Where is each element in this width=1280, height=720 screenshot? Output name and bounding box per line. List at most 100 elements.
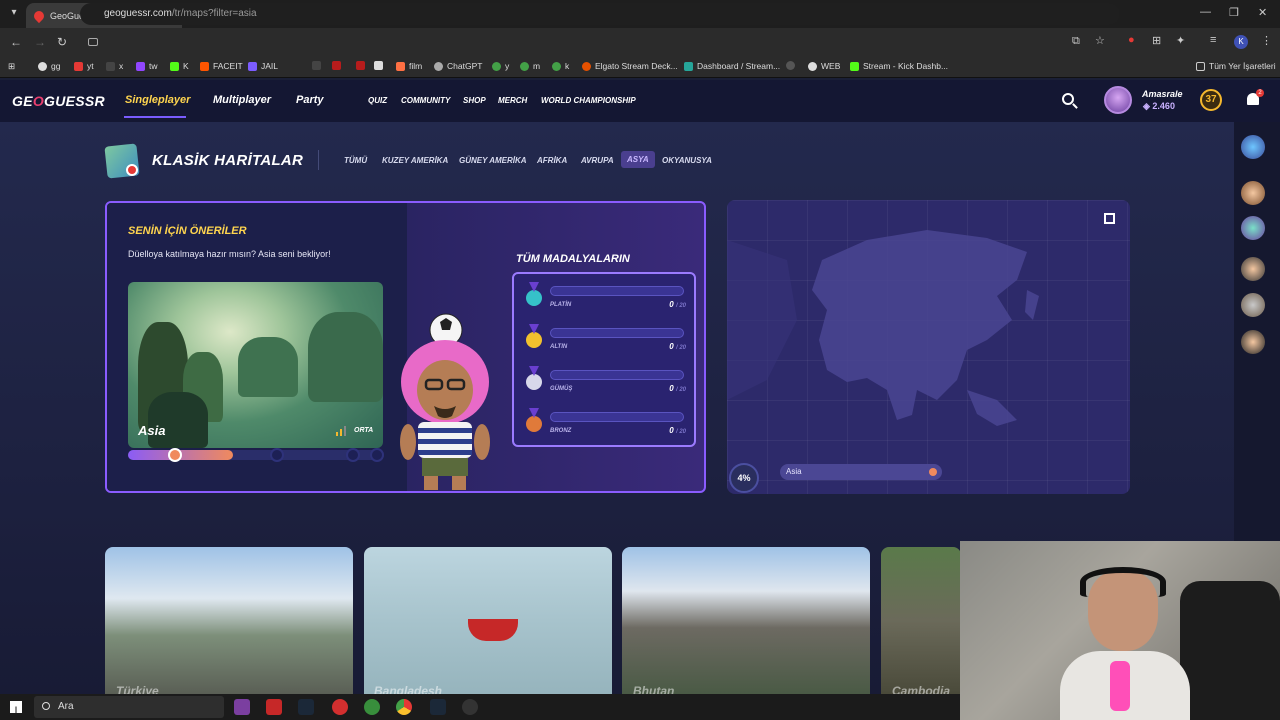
headset-shape (1080, 567, 1166, 597)
friend-avatar-3[interactable] (1241, 216, 1265, 240)
all-bookmarks[interactable]: Tüm Yer İşaretleri (1196, 61, 1276, 71)
back-icon[interactable]: ← (10, 35, 22, 49)
bookmark-gg[interactable]: gg (38, 61, 60, 71)
map-card-turkiye[interactable] (105, 547, 353, 694)
profile-avatar[interactable]: K (1234, 35, 1248, 49)
bookmark-k[interactable]: K (170, 61, 189, 71)
nav-party[interactable]: Party (296, 94, 324, 106)
nav-merch[interactable]: MERCH (498, 96, 527, 105)
nav-multiplayer[interactable]: Multiplayer (213, 94, 271, 106)
friend-avatar-2[interactable] (1241, 181, 1265, 205)
bookmark-y[interactable]: y (492, 61, 509, 71)
filter-south-america[interactable]: GÜNEY AMERİKA (459, 156, 527, 165)
recommendation-title: SENİN İÇİN ÖNERİLER (128, 225, 247, 237)
search-icon (42, 702, 50, 710)
medal-name: PLATİN (550, 302, 572, 308)
bookmark-extra-1[interactable] (312, 61, 325, 70)
bookmark-x[interactable]: x (106, 61, 123, 71)
bookmark-kick-dashboard[interactable]: Stream - Kick Dashb... (850, 61, 948, 71)
bookmark-extra-5[interactable] (786, 61, 799, 70)
cast-icon[interactable]: ⧉ (1072, 35, 1080, 48)
search-icon[interactable] (1062, 93, 1074, 105)
bookmark-extra-4[interactable] (374, 61, 387, 70)
fullscreen-expand-icon[interactable] (1104, 213, 1115, 224)
friend-avatar-1[interactable] (1241, 135, 1265, 159)
steam-icon[interactable] (298, 699, 314, 715)
map-card-cambodia[interactable] (881, 547, 961, 694)
bookmark-chatgpt[interactable]: ChatGPT (434, 61, 482, 71)
nav-world-championship[interactable]: WORLD CHAMPIONSHIP (541, 96, 636, 105)
url-field[interactable]: geoguessr.com/tr/maps?filter=asia (80, 3, 1120, 25)
difficulty-bars-icon (336, 426, 350, 436)
nav-singleplayer[interactable]: Singleplayer (125, 94, 190, 106)
bookmark-film[interactable]: film (396, 61, 422, 71)
bronze-medal-icon (526, 416, 542, 432)
steam-icon[interactable] (430, 699, 446, 715)
restore-icon[interactable]: ❐ (1229, 6, 1239, 19)
filter-north-america[interactable]: KUZEY AMERİKA (382, 156, 448, 165)
tab-search-button[interactable]: ▾ (6, 5, 22, 21)
bookmark-tw[interactable]: tw (136, 61, 158, 71)
folder-icon (1196, 61, 1205, 71)
bookmark-web[interactable]: WEB (808, 61, 840, 71)
bookmark-dashboard[interactable]: Dashboard / Stream... (684, 61, 780, 71)
map-card-bangladesh[interactable] (364, 547, 612, 694)
asia-map-panel[interactable] (727, 200, 1130, 494)
level-badge[interactable]: 37 (1200, 89, 1222, 111)
bookmark-jail[interactable]: JAIL (248, 61, 278, 71)
youtube-icon (74, 61, 83, 71)
selected-map-pill[interactable]: Asia (780, 464, 942, 480)
filter-all[interactable]: TÜMÜ (344, 156, 367, 165)
bookmark-elgato[interactable]: Elgato Stream Deck... (582, 61, 678, 71)
taskbar-app-icon[interactable] (266, 699, 282, 715)
bookmark-k2[interactable]: k (552, 61, 569, 71)
film-icon (396, 61, 405, 71)
bookmark-faceit[interactable]: FACEIT (200, 61, 243, 71)
reload-icon[interactable]: ↻ (57, 35, 67, 49)
taskbar-app-icon[interactable] (462, 699, 478, 715)
friend-avatar-4[interactable] (1241, 257, 1265, 281)
filter-asia[interactable]: ASYA (621, 151, 655, 168)
user-avatar[interactable] (1104, 86, 1132, 114)
friend-avatar-6[interactable] (1241, 330, 1265, 354)
progress-medal-platinum (370, 448, 384, 462)
map-card-bhutan[interactable] (622, 547, 870, 694)
minimize-icon[interactable]: — (1200, 6, 1211, 18)
bookmark-m[interactable]: m (520, 61, 540, 71)
browser-menu-icon[interactable]: ⋮ (1261, 34, 1272, 47)
media-control-icon[interactable]: ≡ (1210, 34, 1216, 46)
extensions-puzzle-icon[interactable]: ✦ (1176, 34, 1185, 47)
friend-avatar-5[interactable] (1241, 293, 1265, 317)
forward-icon[interactable]: → (34, 35, 46, 49)
user-name[interactable]: Amasrale (1142, 89, 1183, 99)
chrome-icon[interactable] (396, 699, 412, 715)
bookmark-icon (374, 61, 383, 70)
bookmark-yt[interactable]: yt (74, 61, 94, 71)
nav-quiz[interactable]: QUIZ (368, 96, 387, 105)
webcam-overlay (960, 541, 1280, 720)
filter-oceania[interactable]: OKYANUSYA (662, 156, 712, 165)
nav-shop[interactable]: SHOP (463, 96, 486, 105)
apps-grid-icon[interactable]: ⊞ (8, 61, 15, 72)
site-info-icon[interactable] (88, 38, 98, 46)
taskbar-app-icon[interactable] (234, 699, 250, 715)
filter-europe[interactable]: AVRUPA (581, 156, 614, 165)
extension-icon[interactable]: ⊞ (1152, 34, 1161, 47)
opera-icon[interactable] (332, 699, 348, 715)
site-header (0, 80, 1280, 122)
user-points: ◈ 2.460 (1143, 101, 1175, 111)
geoguessr-logo[interactable]: GEOGUESSR (12, 93, 105, 109)
xbox-icon[interactable] (364, 699, 380, 715)
medal-row-gold: ALTIN 0 / 20 (522, 324, 690, 362)
bookmark-star-icon[interactable]: ☆ (1095, 34, 1105, 47)
bookmark-extra-2[interactable] (332, 61, 345, 70)
extension-badge-icon[interactable]: ● (1128, 34, 1135, 46)
close-window-icon[interactable]: ✕ (1258, 6, 1267, 19)
filter-africa[interactable]: AFRİKA (537, 156, 567, 165)
recommended-map-thumbnail[interactable] (128, 282, 383, 448)
taskbar-search[interactable]: Ara (34, 696, 224, 718)
bookmark-extra-3[interactable] (356, 61, 369, 70)
nav-community[interactable]: COMMUNITY (401, 96, 450, 105)
map-completion-percent: 4% (729, 463, 759, 493)
windows-start-icon[interactable] (10, 701, 22, 713)
